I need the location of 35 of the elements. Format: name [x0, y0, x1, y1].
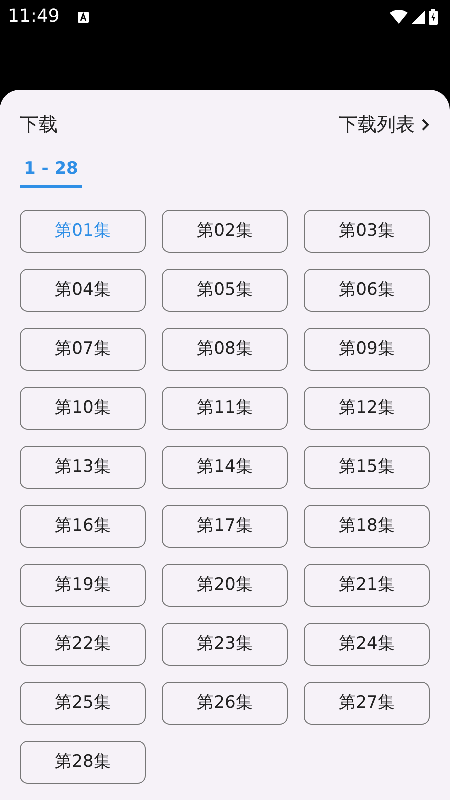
episode-button[interactable]: 第21集 [304, 564, 430, 607]
episode-button[interactable]: 第11集 [162, 387, 288, 430]
episode-button[interactable]: 第10集 [20, 387, 146, 430]
episode-button[interactable]: 第20集 [162, 564, 288, 607]
episode-button[interactable]: 第17集 [162, 505, 288, 548]
episode-button[interactable]: 第06集 [304, 269, 430, 312]
episode-button[interactable]: 第24集 [304, 623, 430, 666]
episode-button[interactable]: 第03集 [304, 210, 430, 253]
wifi-icon [390, 10, 408, 24]
episode-button[interactable]: 第25集 [20, 682, 146, 725]
episode-button[interactable]: 第28集 [20, 741, 146, 784]
battery-icon [429, 9, 438, 25]
episode-button[interactable]: 第13集 [20, 446, 146, 489]
episode-button[interactable]: 第12集 [304, 387, 430, 430]
episode-button[interactable]: 第18集 [304, 505, 430, 548]
episode-button[interactable]: 第26集 [162, 682, 288, 725]
signal-icon [412, 10, 425, 24]
sheet-title: 下载 [20, 112, 58, 138]
episode-button[interactable]: 第05集 [162, 269, 288, 312]
status-time: 11:49 [8, 6, 60, 28]
episode-button[interactable]: 第15集 [304, 446, 430, 489]
download-list-link[interactable]: 下载列表 [339, 110, 430, 140]
episode-button[interactable]: 第16集 [20, 505, 146, 548]
episode-button[interactable]: 第23集 [162, 623, 288, 666]
chevron-right-icon [421, 118, 430, 132]
episode-button[interactable]: 第08集 [162, 328, 288, 371]
episode-button[interactable]: 第14集 [162, 446, 288, 489]
episode-button[interactable]: 第19集 [20, 564, 146, 607]
episode-button[interactable]: 第27集 [304, 682, 430, 725]
episode-button[interactable]: 第09集 [304, 328, 430, 371]
episode-button[interactable]: 第04集 [20, 269, 146, 312]
episode-button[interactable]: 第02集 [162, 210, 288, 253]
episode-button[interactable]: 第22集 [20, 623, 146, 666]
keyboard-icon [78, 12, 89, 22]
episode-button[interactable]: 第07集 [20, 328, 146, 371]
